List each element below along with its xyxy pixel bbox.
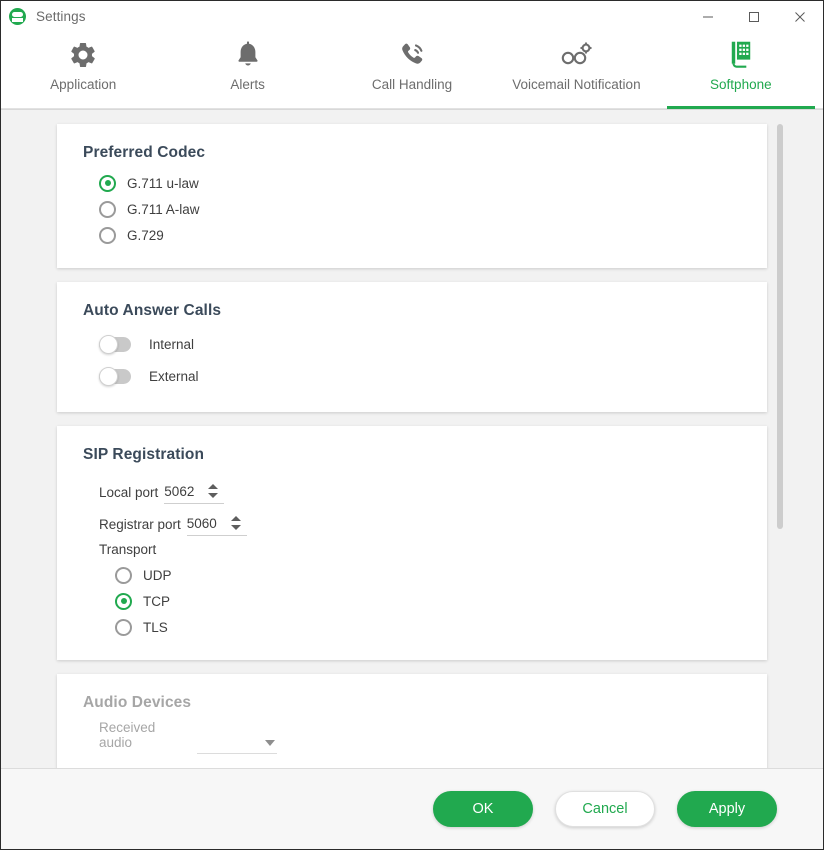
received-audio-select	[197, 740, 277, 754]
registrar-port-stepper[interactable]: 5060	[186, 516, 247, 536]
radio-icon-g711-ulaw[interactable]	[99, 174, 116, 192]
registrar-port-spin-arrows[interactable]	[227, 516, 247, 533]
received-audio-row: Received audio	[99, 720, 767, 754]
chevron-down-icon[interactable]	[208, 493, 219, 498]
local-port-label: Local port	[99, 485, 159, 500]
auto-answer-card: Auto Answer Calls Internal External	[57, 282, 767, 412]
tab-alerts[interactable]: Alerts	[165, 32, 329, 108]
local-port-input[interactable]: 5062	[164, 484, 204, 501]
sip-registration-title: SIP Registration	[83, 446, 205, 463]
codec-option-g711-alaw[interactable]: G.711 A-law	[99, 196, 767, 222]
auto-answer-external-row[interactable]: External	[99, 360, 767, 392]
tab-application[interactable]: Application	[1, 32, 165, 108]
chevron-down-icon	[265, 740, 275, 746]
tab-voicemail-notification[interactable]: Voicemail Notification	[494, 32, 658, 108]
toggle-internal[interactable]	[99, 334, 131, 354]
maximize-button[interactable]	[731, 1, 777, 32]
preferred-codec-card: Preferred Codec G.711 u-law G.711 A-law …	[57, 124, 767, 268]
auto-answer-title: Auto Answer Calls	[83, 302, 222, 319]
voicemail-icon	[559, 37, 593, 73]
codec-option-g729-label: G.729	[127, 227, 164, 243]
gear-icon	[68, 37, 98, 73]
radio-icon-udp[interactable]	[115, 566, 132, 584]
radio-icon-tcp[interactable]	[115, 592, 132, 610]
codec-option-g711-ulaw[interactable]: G.711 u-law	[99, 170, 767, 196]
settings-panels: Preferred Codec G.711 u-law G.711 A-law …	[1, 110, 823, 768]
title-bar: Settings	[1, 1, 823, 32]
chevron-down-icon[interactable]	[230, 525, 241, 530]
tab-softphone[interactable]: Softphone	[659, 32, 823, 109]
vertical-scrollbar[interactable]	[777, 124, 783, 762]
received-audio-label: Received audio	[99, 720, 156, 750]
ok-button[interactable]: OK	[433, 791, 533, 827]
local-port-spin-arrows[interactable]	[204, 484, 224, 501]
scrollbar-thumb[interactable]	[777, 124, 783, 529]
transport-option-tls[interactable]: TLS	[115, 614, 767, 640]
chevron-up-icon[interactable]	[230, 516, 241, 521]
transport-option-tls-label: TLS	[143, 619, 168, 635]
tab-voicemail-notification-label: Voicemail Notification	[512, 77, 641, 92]
settings-window: Settings Application Alerts Call Handlin…	[0, 0, 824, 850]
settings-scroll-area[interactable]: Preferred Codec G.711 u-law G.711 A-law …	[1, 109, 823, 768]
sip-registration-card: SIP Registration Local port 5062 Registr…	[57, 426, 767, 660]
window-controls	[685, 1, 823, 32]
minimize-button[interactable]	[685, 1, 731, 32]
transport-option-udp-label: UDP	[143, 567, 172, 583]
auto-answer-external-label: External	[149, 368, 199, 384]
codec-option-g729[interactable]: G.729	[99, 222, 767, 248]
radio-icon-tls[interactable]	[115, 618, 132, 636]
softphone-keypad-icon	[727, 37, 755, 73]
codec-option-g711-alaw-label: G.711 A-law	[127, 201, 200, 217]
close-button[interactable]	[777, 1, 823, 32]
tab-softphone-label: Softphone	[710, 77, 772, 92]
codec-option-g711-ulaw-label: G.711 u-law	[127, 175, 199, 191]
audio-devices-card: Audio Devices Received audio Ring tone	[57, 674, 767, 768]
gotalk-logo-icon	[9, 8, 26, 25]
tab-application-label: Application	[50, 77, 117, 92]
maximize-icon	[749, 11, 759, 22]
dialog-footer: OK Cancel Apply	[1, 768, 823, 849]
registrar-port-input[interactable]: 5060	[187, 516, 227, 533]
auto-answer-internal-row[interactable]: Internal	[99, 328, 767, 360]
transport-label: Transport	[99, 541, 157, 557]
settings-tabbar: Application Alerts Call Handling Voicema…	[1, 32, 823, 109]
toggle-external[interactable]	[99, 366, 131, 386]
apply-button[interactable]: Apply	[677, 791, 777, 827]
bell-icon	[234, 37, 262, 73]
minimize-icon	[703, 16, 713, 17]
tab-call-handling[interactable]: Call Handling	[330, 32, 494, 108]
registrar-port-label: Registrar port	[99, 517, 181, 532]
window-title: Settings	[36, 9, 86, 24]
close-icon	[795, 11, 805, 22]
audio-devices-title: Audio Devices	[83, 694, 192, 711]
phone-ring-icon	[397, 37, 427, 73]
ring-tone-row: Ring tone	[99, 754, 767, 768]
transport-option-tcp-label: TCP	[143, 593, 170, 609]
toggle-knob-icon	[99, 334, 118, 354]
registrar-port-row: Registrar port 5060	[99, 504, 767, 536]
tab-alerts-label: Alerts	[230, 77, 265, 92]
radio-icon-g711-alaw[interactable]	[99, 200, 116, 218]
auto-answer-internal-label: Internal	[149, 336, 195, 352]
tab-call-handling-label: Call Handling	[371, 77, 453, 92]
cancel-button[interactable]: Cancel	[555, 791, 655, 827]
preferred-codec-title: Preferred Codec	[83, 144, 206, 161]
local-port-stepper[interactable]: 5062	[164, 484, 225, 504]
toggle-knob-icon	[99, 366, 118, 386]
radio-icon-g729[interactable]	[99, 226, 116, 244]
transport-option-tcp[interactable]: TCP	[115, 588, 767, 614]
transport-option-udp[interactable]: UDP	[115, 562, 767, 588]
local-port-row: Local port 5062	[99, 472, 767, 504]
chevron-up-icon[interactable]	[208, 484, 219, 489]
